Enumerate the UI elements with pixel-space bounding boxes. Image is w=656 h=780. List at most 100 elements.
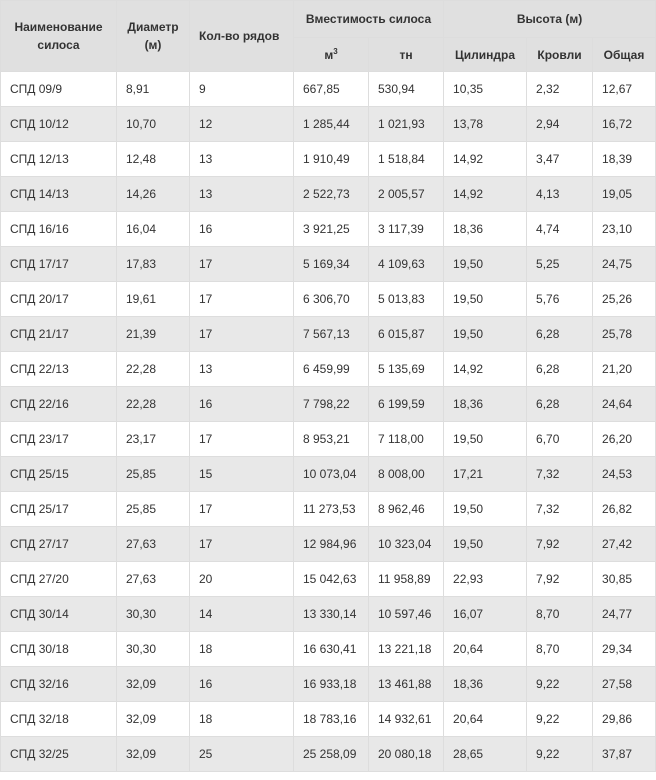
cylinder-height-cell: 14,92 — [443, 351, 528, 387]
diameter-cell: 32,09 — [116, 666, 190, 702]
volume-m3-cell: 5 169,34 — [293, 246, 369, 282]
cylinder-height-cell: 20,64 — [443, 631, 528, 667]
silo-specs-table: Наименование силоса Диаметр (м) Кол-во р… — [0, 0, 656, 772]
silo-name-cell: СПД 23/17 — [0, 421, 117, 457]
roof-height-cell: 7,32 — [526, 491, 594, 527]
table-row: СПД 22/13 22,28 13 6 459,99 5 135,69 14,92 6,2… — [0, 351, 656, 387]
silo-name-cell: СПД 12/13 — [0, 141, 117, 177]
rows-count-cell: 17 — [189, 421, 294, 457]
diameter-cell: 16,04 — [116, 211, 190, 247]
silo-name-cell: СПД 21/17 — [0, 316, 117, 352]
roof-height-cell: 9,22 — [526, 666, 594, 702]
rows-count-cell: 17 — [189, 246, 294, 282]
rows-count-cell: 13 — [189, 141, 294, 177]
table-row: СПД 17/17 17,83 17 5 169,34 4 109,63 19,50 5,2… — [0, 246, 656, 282]
silo-name-cell: СПД 32/16 — [0, 666, 117, 702]
volume-m3-cell: 12 984,96 — [293, 526, 369, 562]
cylinder-height-cell: 19,50 — [443, 316, 528, 352]
roof-height-cell: 6,28 — [526, 316, 594, 352]
rows-count-cell: 17 — [189, 491, 294, 527]
rows-count-cell: 9 — [189, 71, 294, 107]
roof-height-cell: 6,70 — [526, 421, 594, 457]
table-row: СПД 27/20 27,63 20 15 042,63 11 958,89 22,93 7… — [0, 561, 656, 597]
roof-height-cell: 3,47 — [526, 141, 594, 177]
rows-count-cell: 13 — [189, 351, 294, 387]
rows-count-cell: 13 — [189, 176, 294, 212]
silo-name-cell: СПД 32/25 — [0, 736, 117, 772]
weight-tons-cell: 8 008,00 — [367, 456, 445, 492]
roof-height-cell: 5,76 — [526, 281, 594, 317]
diameter-cell: 27,63 — [116, 561, 190, 597]
volume-m3-cell: 667,85 — [293, 71, 369, 107]
volume-m3-cell: 2 522,73 — [293, 176, 369, 212]
volume-m3-cell: 13 330,14 — [293, 596, 369, 632]
diameter-cell: 32,09 — [116, 701, 190, 737]
diameter-cell: 19,61 — [116, 281, 190, 317]
volume-m3-cell: 7 798,22 — [293, 386, 369, 422]
header-capacity: Вместимость силоса — [292, 0, 445, 38]
weight-tons-cell: 2 005,57 — [367, 176, 445, 212]
table-row: СПД 14/13 14,26 13 2 522,73 2 005,57 14,92 4,1… — [0, 176, 656, 212]
total-height-cell: 21,20 — [592, 351, 656, 387]
weight-tons-cell: 1 021,93 — [367, 106, 445, 142]
silo-name-cell: СПД 25/15 — [0, 456, 117, 492]
header-total: Общая — [592, 37, 656, 72]
cylinder-height-cell: 13,78 — [443, 106, 528, 142]
weight-tons-cell: 3 117,39 — [367, 211, 445, 247]
table-row: СПД 12/13 12,48 13 1 910,49 1 518,84 14,92 3,4… — [0, 141, 656, 177]
rows-count-cell: 15 — [189, 456, 294, 492]
cylinder-height-cell: 14,92 — [443, 141, 528, 177]
total-height-cell: 24,53 — [592, 456, 656, 492]
cylinder-height-cell: 19,50 — [443, 526, 528, 562]
total-height-cell: 23,10 — [592, 211, 656, 247]
header-cylinder: Цилиндра — [443, 37, 528, 72]
cylinder-height-cell: 19,50 — [443, 281, 528, 317]
total-height-cell: 29,34 — [592, 631, 656, 667]
rows-count-cell: 20 — [189, 561, 294, 597]
table-row: СПД 23/17 23,17 17 8 953,21 7 118,00 19,50 6,7… — [0, 421, 656, 457]
volume-m3-cell: 25 258,09 — [293, 736, 369, 772]
table-row: СПД 25/15 25,85 15 10 073,04 8 008,00 17,21 7,… — [0, 456, 656, 492]
header-diameter: Диаметр (м) — [116, 0, 190, 72]
cylinder-height-cell: 22,93 — [443, 561, 528, 597]
total-height-cell: 37,87 — [592, 736, 656, 772]
rows-count-cell: 25 — [189, 736, 294, 772]
table-header: Наименование силоса Диаметр (м) Кол-во р… — [0, 0, 656, 72]
rows-count-cell: 16 — [189, 211, 294, 247]
diameter-cell: 14,26 — [116, 176, 190, 212]
volume-m3-cell: 16 933,18 — [293, 666, 369, 702]
total-height-cell: 16,72 — [592, 106, 656, 142]
weight-tons-cell: 11 958,89 — [367, 561, 445, 597]
diameter-cell: 22,28 — [116, 351, 190, 387]
silo-name-cell: СПД 20/17 — [0, 281, 117, 317]
diameter-cell: 32,09 — [116, 736, 190, 772]
diameter-cell: 21,39 — [116, 316, 190, 352]
cylinder-height-cell: 16,07 — [443, 596, 528, 632]
cylinder-height-cell: 10,35 — [443, 71, 528, 107]
volume-m3-cell: 6 306,70 — [293, 281, 369, 317]
rows-count-cell: 17 — [189, 281, 294, 317]
silo-name-cell: СПД 16/16 — [0, 211, 117, 247]
weight-tons-cell: 10 597,46 — [367, 596, 445, 632]
header-roof: Кровли — [526, 37, 594, 72]
rows-count-cell: 18 — [189, 631, 294, 667]
weight-tons-cell: 10 323,04 — [367, 526, 445, 562]
cylinder-height-cell: 19,50 — [443, 421, 528, 457]
volume-m3-cell: 6 459,99 — [293, 351, 369, 387]
diameter-cell: 25,85 — [116, 491, 190, 527]
weight-tons-cell: 14 932,61 — [367, 701, 445, 737]
table-row: СПД 32/25 32,09 25 25 258,09 20 080,18 28,65 9… — [0, 736, 656, 772]
total-height-cell: 26,20 — [592, 421, 656, 457]
diameter-cell: 30,30 — [116, 596, 190, 632]
total-height-cell: 27,42 — [592, 526, 656, 562]
table-row: СПД 09/9 8,91 9 667,85 530,94 10,35 2,32 12,67 — [0, 71, 656, 107]
weight-tons-cell: 6 015,87 — [367, 316, 445, 352]
roof-height-cell: 5,25 — [526, 246, 594, 282]
weight-tons-cell: 5 013,83 — [367, 281, 445, 317]
rows-count-cell: 16 — [189, 666, 294, 702]
header-m3: м3 — [293, 37, 369, 72]
roof-height-cell: 9,22 — [526, 736, 594, 772]
volume-m3-cell: 1 910,49 — [293, 141, 369, 177]
roof-height-cell: 6,28 — [526, 351, 594, 387]
silo-name-cell: СПД 30/14 — [0, 596, 117, 632]
